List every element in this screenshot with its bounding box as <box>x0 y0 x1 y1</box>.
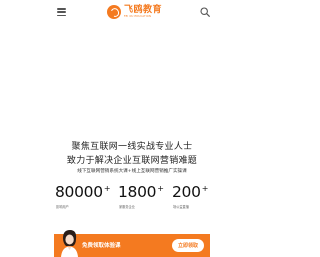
free-trial-banner[interactable]: 免费领取体验课 立即领取 <box>54 230 210 257</box>
stat-number: 80000 + <box>55 183 111 201</box>
stat-suffix: + <box>201 184 209 193</box>
stat-label: 场公益直播 <box>173 204 189 209</box>
logo-subtitle: FEI OU EDUCATION <box>124 14 152 18</box>
header: 飞鸥教育 FEI OU EDUCATION <box>0 0 264 26</box>
hero-headline-line1: 聚焦互联网一线实战专业人士 <box>71 142 193 152</box>
presenter-avatar-icon <box>61 230 78 257</box>
stat-number: 200 + <box>172 183 209 201</box>
stat-value: 80000 <box>55 183 103 201</box>
stat-number: 1800 + <box>118 183 164 201</box>
logo-name: 飞鸥教育 <box>124 4 163 15</box>
stat-label: 家服务企业 <box>119 204 135 209</box>
hero-subheadline: 线下互联网营销系统大课+线上互联网营销推广实操课 <box>77 169 187 174</box>
stat-value: 200 <box>172 183 201 201</box>
stat-label: 影响用户 <box>56 204 69 209</box>
stat-users: 80000 + 影响用户 <box>55 183 111 209</box>
page: 飞鸥教育 FEI OU EDUCATION 聚焦互联网一线实战专业人士 致力于解… <box>0 0 264 257</box>
stat-suffix: + <box>103 184 111 193</box>
stat-value: 1800 <box>118 183 157 201</box>
stat-enterprises: 1800 + 家服务企业 <box>118 183 164 209</box>
hero-headline-line2: 致力于解决企业互联网营销难题 <box>66 156 198 166</box>
banner-text: 免费领取体验课 <box>82 243 121 249</box>
logo-mark-icon <box>107 5 121 19</box>
claim-now-button[interactable]: 立即领取 <box>172 239 204 252</box>
stat-live-sessions: 200 + 场公益直播 <box>172 183 209 209</box>
logo-text: 飞鸥教育 FEI OU EDUCATION <box>124 4 163 19</box>
search-icon[interactable] <box>200 7 210 17</box>
stat-suffix: + <box>157 184 164 193</box>
menu-icon[interactable] <box>57 8 66 16</box>
logo[interactable]: 飞鸥教育 FEI OU EDUCATION <box>107 3 162 21</box>
